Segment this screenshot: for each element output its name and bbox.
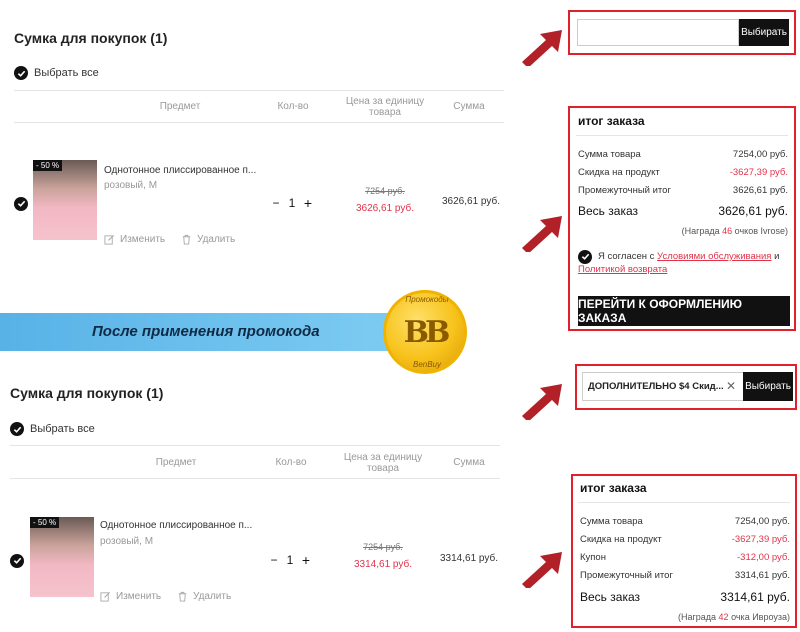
return-policy-link[interactable]: Политикой возврата	[578, 264, 667, 275]
trash-icon	[178, 591, 187, 602]
summary-title: итог заказа	[578, 114, 645, 128]
checkmark-icon[interactable]	[14, 196, 28, 211]
header-item: Предмет	[155, 457, 197, 468]
summary-line: Скидка на продукт -3627,39 руб.	[580, 534, 790, 545]
select-all[interactable]: Выбрать все	[10, 422, 95, 436]
reward-points: (Награда 46 очков Ivrose)	[681, 226, 788, 236]
quantity-value[interactable]: 1	[280, 553, 300, 567]
select-all-label: Выбрать все	[30, 423, 95, 435]
logo-ring-text: Промокоды BenBuy	[405, 295, 449, 369]
total-label: Весь заказ	[578, 204, 638, 218]
order-total: Весь заказ 3314,61 руб.	[580, 590, 790, 604]
header-unit-price: Цена за единицу товара	[345, 96, 425, 118]
minus-button[interactable]: −	[270, 196, 282, 210]
clear-icon[interactable]: ✕	[726, 379, 736, 393]
select-all[interactable]: Выбрать все	[14, 66, 99, 80]
reward-points: (Награда 42 очка Ивроуза)	[677, 612, 790, 622]
header-qty: Кол-во	[275, 457, 307, 468]
plus-button[interactable]: +	[302, 195, 314, 211]
summary-line: Сумма товара 7254,00 руб.	[580, 516, 790, 527]
cart-title: Сумка для покупок (1)	[14, 30, 168, 46]
product-image[interactable]: - 50 %	[33, 160, 97, 240]
checkmark-icon[interactable]	[14, 66, 28, 80]
edit-label: Изменить	[120, 234, 166, 245]
row-sum: 3314,61 руб.	[440, 553, 498, 564]
return-policy-text: Политикой возврата	[578, 262, 667, 277]
old-price: 7254 руб.	[365, 186, 405, 196]
total-value: 3314,61 руб.	[720, 590, 790, 604]
item-checkbox[interactable]	[10, 552, 30, 570]
summary-line: Купон -312,00 руб.	[580, 552, 790, 563]
quantity-value[interactable]: 1	[282, 196, 302, 210]
delete-label: Удалить	[193, 591, 232, 602]
new-price: 3626,61 руб.	[356, 203, 414, 214]
discount-badge: - 50 %	[30, 517, 60, 528]
terms-link[interactable]: Условиями обслуживания	[657, 251, 771, 262]
new-price: 3314,61 руб.	[354, 559, 412, 570]
quantity-stepper: − 1 +	[268, 552, 312, 568]
pointer-arrow-icon	[518, 380, 566, 425]
delete-link[interactable]: Удалить	[177, 591, 231, 602]
delete-link[interactable]: Удалить	[181, 234, 235, 245]
order-total: Весь заказ 3626,61 руб.	[578, 204, 788, 218]
pointer-arrow-icon	[518, 548, 566, 593]
product-name[interactable]: Однотонное плиссированное п...	[100, 520, 252, 531]
banner-text: После применения промокода	[92, 323, 320, 340]
row-sum: 3626,61 руб.	[442, 196, 500, 207]
coupon-input[interactable]: ДОПОЛНИТЕЛЬНО $4 Скид... ✕	[582, 372, 744, 401]
apply-coupon-button[interactable]: Выбирать	[743, 372, 793, 401]
product-name[interactable]: Однотонное плиссированное п...	[104, 165, 256, 176]
cart-title: Сумка для покупок (1)	[10, 385, 164, 401]
minus-button[interactable]: −	[268, 553, 280, 567]
item-checkbox[interactable]	[14, 195, 34, 213]
checkout-button[interactable]: ПЕРЕЙТИ К ОФОРМЛЕНИЮ ЗАКАЗА	[578, 296, 790, 326]
header-sum: Сумма	[453, 457, 485, 468]
quantity-stepper: − 1 +	[270, 195, 314, 211]
trash-icon	[182, 234, 191, 245]
select-all-label: Выбрать все	[34, 67, 99, 79]
summary-line: Промежуточный итог 3314,61 руб.	[580, 570, 790, 581]
pointer-arrow-icon	[518, 26, 566, 71]
coupon-input-value: ДОПОЛНИТЕЛЬНО $4 Скид...	[588, 381, 724, 392]
product-image[interactable]: - 50 %	[30, 517, 94, 597]
header-item: Предмет	[159, 101, 201, 112]
edit-link[interactable]: Изменить	[100, 591, 161, 602]
discount-badge: - 50 %	[33, 160, 63, 171]
total-value: 3626,61 руб.	[718, 204, 788, 218]
header-unit-price: Цена за единицу товара	[343, 452, 423, 474]
product-variant: розовый, M	[104, 180, 158, 191]
edit-link[interactable]: Изменить	[104, 234, 165, 245]
product-variant: розовый, M	[100, 536, 154, 547]
header-qty: Кол-во	[277, 101, 309, 112]
plus-button[interactable]: +	[300, 552, 312, 568]
apply-coupon-button[interactable]: Выбирать	[739, 19, 789, 46]
checkmark-icon[interactable]	[10, 422, 24, 436]
summary-line: Промежуточный итог 3626,61 руб.	[578, 185, 788, 196]
summary-line: Сумма товара 7254,00 руб.	[578, 149, 788, 160]
pointer-arrow-icon	[518, 212, 566, 257]
coupon-input[interactable]	[577, 19, 739, 46]
summary-line: Скидка на продукт -3627,39 руб.	[578, 167, 788, 178]
delete-label: Удалить	[197, 234, 236, 245]
edit-icon	[104, 234, 115, 245]
edit-icon	[100, 591, 111, 602]
summary-title: итог заказа	[580, 481, 647, 495]
checkmark-icon[interactable]	[10, 553, 24, 568]
total-label: Весь заказ	[580, 590, 640, 604]
edit-label: Изменить	[116, 591, 162, 602]
old-price: 7254 руб.	[363, 542, 403, 552]
header-sum: Сумма	[453, 101, 485, 112]
